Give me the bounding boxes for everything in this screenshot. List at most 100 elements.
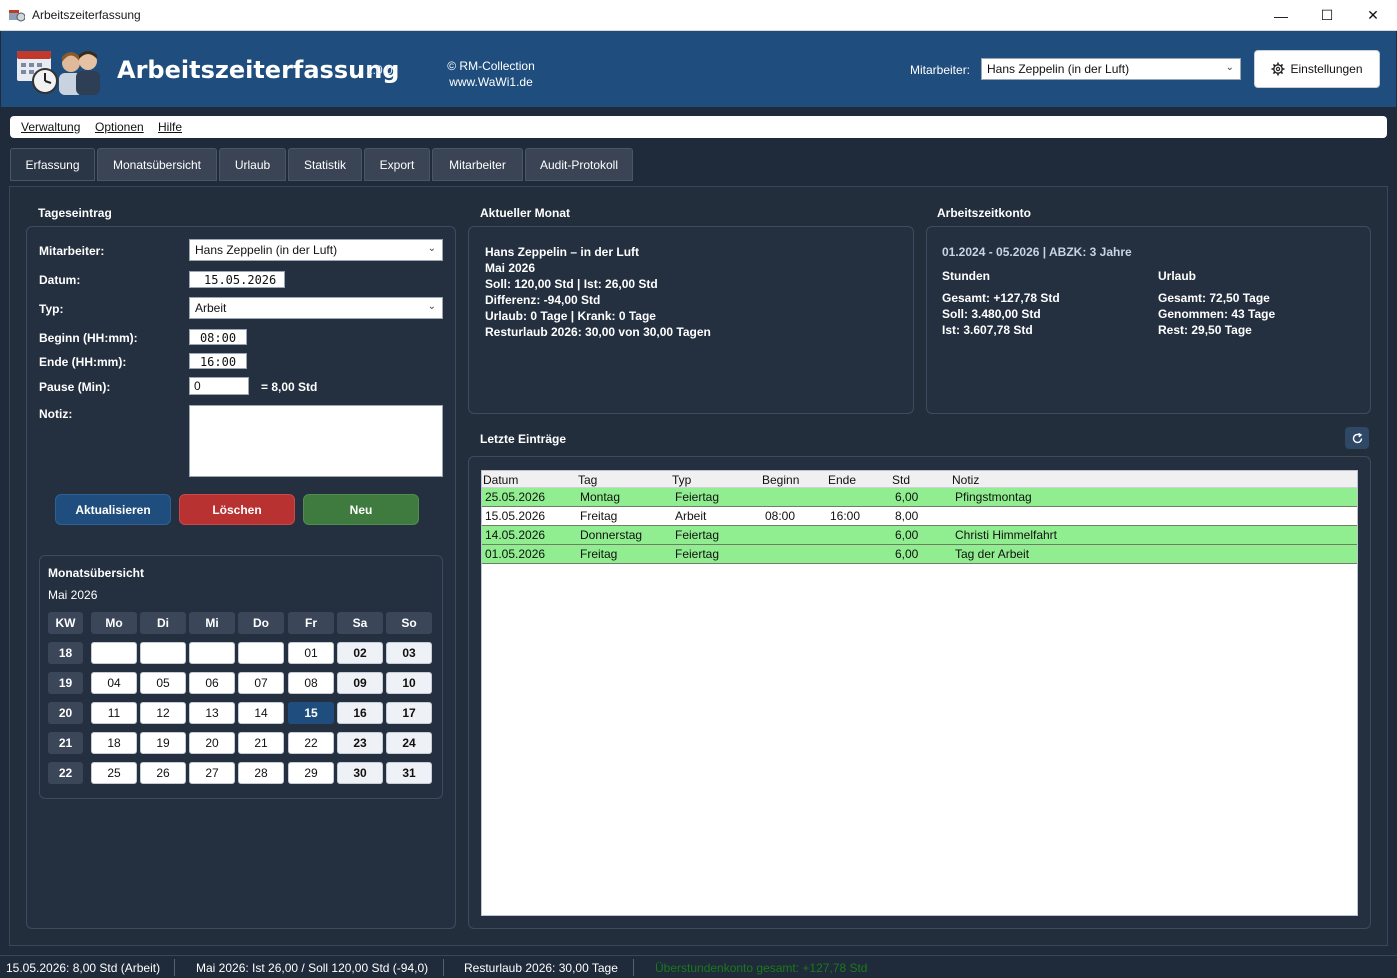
calendar-day[interactable]: 08 xyxy=(288,672,334,694)
col-typ[interactable]: Typ xyxy=(672,473,691,487)
calendar-day[interactable]: 30 xyxy=(337,762,383,784)
refresh-button[interactable] xyxy=(1345,427,1369,449)
calendar-day[interactable]: 28 xyxy=(238,762,284,784)
calendar-day[interactable]: 20 xyxy=(189,732,235,754)
calendar-day[interactable]: 31 xyxy=(386,762,432,784)
settings-button[interactable]: Einstellungen xyxy=(1254,50,1380,88)
note-textarea[interactable] xyxy=(189,405,443,477)
calendar-day[interactable]: 16 xyxy=(337,702,383,724)
calendar-day[interactable]: 21 xyxy=(238,732,284,754)
calendar-day[interactable]: 14 xyxy=(238,702,284,724)
calendar-day[interactable]: 03 xyxy=(386,642,432,664)
calendar-week-number: 22 xyxy=(48,762,83,784)
recent-entries-table[interactable]: Datum Tag Typ Beginn Ende Std Notiz 25.0… xyxy=(481,470,1358,916)
window-title: Arbeitszeiterfassung xyxy=(32,8,141,22)
cell-notiz: Tag der Arbeit xyxy=(955,547,1030,561)
cell-notiz: Pfingstmontag xyxy=(955,490,1032,504)
app-header: Arbeitszeiterfassung 1.0.0 © RM-Collecti… xyxy=(1,31,1396,107)
calendar-day[interactable]: 05 xyxy=(140,672,186,694)
calendar-day[interactable]: 24 xyxy=(386,732,432,754)
calendar-day[interactable]: 07 xyxy=(238,672,284,694)
calendar-day[interactable]: 17 xyxy=(386,702,432,724)
note-label: Notiz: xyxy=(39,407,73,421)
cell-notiz: Christi Himmelfahrt xyxy=(955,528,1058,542)
calendar-day[interactable]: 01 xyxy=(288,642,334,664)
tab-urlaub[interactable]: Urlaub xyxy=(219,148,286,181)
calendar-day[interactable]: 04 xyxy=(91,672,137,694)
pause-result: = 8,00 Std xyxy=(261,380,318,394)
calendar-header: KW xyxy=(48,612,83,634)
calendar-day[interactable]: 29 xyxy=(288,762,334,784)
end-label: Ende (HH:mm): xyxy=(39,355,127,369)
calendar-empty-cell xyxy=(91,642,137,664)
cell-datum: 25.05.2026 xyxy=(485,490,546,504)
calendar-week-number: 21 xyxy=(48,732,83,754)
hours-total: Gesamt: +127,78 Std xyxy=(942,291,1060,305)
menu-optionen[interactable]: Optionen xyxy=(95,120,144,134)
cell-typ: Feiertag xyxy=(675,490,720,504)
calendar-day[interactable]: 10 xyxy=(386,672,432,694)
menu-hilfe[interactable]: Hilfe xyxy=(158,120,182,134)
refresh-icon xyxy=(1352,432,1362,443)
tab-export[interactable]: Export xyxy=(364,148,430,181)
menu-verwaltung[interactable]: Verwaltung xyxy=(21,120,80,134)
menu-bar: Verwaltung Optionen Hilfe xyxy=(10,116,1387,138)
header-employee-select[interactable]: Hans Zeppelin (in der Luft) ⌄ xyxy=(981,58,1241,80)
calendar-week-number: 18 xyxy=(48,642,83,664)
table-row[interactable]: 25.05.2026 Montag Feiertag 6,00 Pfingstmonta… xyxy=(482,488,1357,507)
tab-mitarbeiter[interactable]: Mitarbeiter xyxy=(432,148,523,181)
entry-employee-select[interactable]: Hans Zeppelin (in der Luft) ⌄ xyxy=(189,239,443,261)
status-vacation: Resturlaub 2026: 30,00 Tage xyxy=(464,961,618,975)
table-row[interactable]: 15.05.2026 Freitag Arbeit 08:00 16:00 8,00 xyxy=(482,507,1357,526)
chevron-down-icon: ⌄ xyxy=(427,243,436,254)
calendar-empty-cell xyxy=(189,642,235,664)
calendar-day[interactable]: 15 xyxy=(288,702,334,724)
calendar-day[interactable]: 18 xyxy=(91,732,137,754)
info-vacation-sick: Urlaub: 0 Tage | Krank: 0 Tage xyxy=(485,309,656,323)
calendar-week-number: 20 xyxy=(48,702,83,724)
col-datum[interactable]: Datum xyxy=(483,473,518,487)
calendar-day[interactable]: 02 xyxy=(337,642,383,664)
pause-input[interactable]: 0 xyxy=(189,377,249,395)
calendar-header: Sa xyxy=(337,612,383,634)
new-button[interactable]: Neu xyxy=(303,494,419,525)
calendar-day[interactable]: 26 xyxy=(140,762,186,784)
type-select[interactable]: Arbeit ⌄ xyxy=(189,297,443,319)
maximize-button[interactable]: ☐ xyxy=(1304,0,1350,31)
calendar-day[interactable]: 11 xyxy=(91,702,137,724)
status-day: 15.05.2026: 8,00 Std (Arbeit) xyxy=(6,961,161,975)
date-input[interactable]: 15.05.2026 xyxy=(189,271,285,288)
start-time-input[interactable]: 08:00 xyxy=(189,329,247,345)
table-row[interactable]: 01.05.2026 Freitag Feiertag 6,00 Tag der Arb… xyxy=(482,545,1357,564)
close-button[interactable]: ✕ xyxy=(1350,0,1396,31)
calendar-day[interactable]: 12 xyxy=(140,702,186,724)
col-beginn[interactable]: Beginn xyxy=(762,473,799,487)
tab-audit-protokoll[interactable]: Audit-Protokoll xyxy=(525,148,633,181)
tab-erfassung[interactable]: Erfassung xyxy=(10,148,95,181)
col-notiz[interactable]: Notiz xyxy=(952,473,979,487)
calendar-day[interactable]: 06 xyxy=(189,672,235,694)
calendar-day[interactable]: 13 xyxy=(189,702,235,724)
window-titlebar: Arbeitszeiterfassung — ☐ ✕ xyxy=(0,0,1397,31)
calendar-month: Mai 2026 xyxy=(48,588,98,602)
tab-monatsuebersicht[interactable]: Monatsübersicht xyxy=(97,148,217,181)
calendar-week-number: 19 xyxy=(48,672,83,694)
calendar-header: Do xyxy=(238,612,284,634)
calendar-day[interactable]: 27 xyxy=(189,762,235,784)
calendar-day[interactable]: 22 xyxy=(288,732,334,754)
col-std[interactable]: Std xyxy=(892,473,910,487)
tab-statistik[interactable]: Statistik xyxy=(288,148,362,181)
col-ende[interactable]: Ende xyxy=(828,473,856,487)
table-row[interactable]: 14.05.2026 Donnerstag Feiertag 6,00 Christi … xyxy=(482,526,1357,545)
end-time-input[interactable]: 16:00 xyxy=(189,353,247,369)
delete-button[interactable]: Löschen xyxy=(179,494,295,525)
col-tag[interactable]: Tag xyxy=(578,473,597,487)
status-overtime: Überstundenkonto gesamt: +127,78 Std xyxy=(655,961,868,975)
minimize-button[interactable]: — xyxy=(1258,0,1304,31)
update-button[interactable]: Aktualisieren xyxy=(55,494,171,525)
entry-employee-label: Mitarbeiter: xyxy=(39,244,105,258)
calendar-day[interactable]: 25 xyxy=(91,762,137,784)
calendar-day[interactable]: 23 xyxy=(337,732,383,754)
calendar-day[interactable]: 09 xyxy=(337,672,383,694)
calendar-day[interactable]: 19 xyxy=(140,732,186,754)
